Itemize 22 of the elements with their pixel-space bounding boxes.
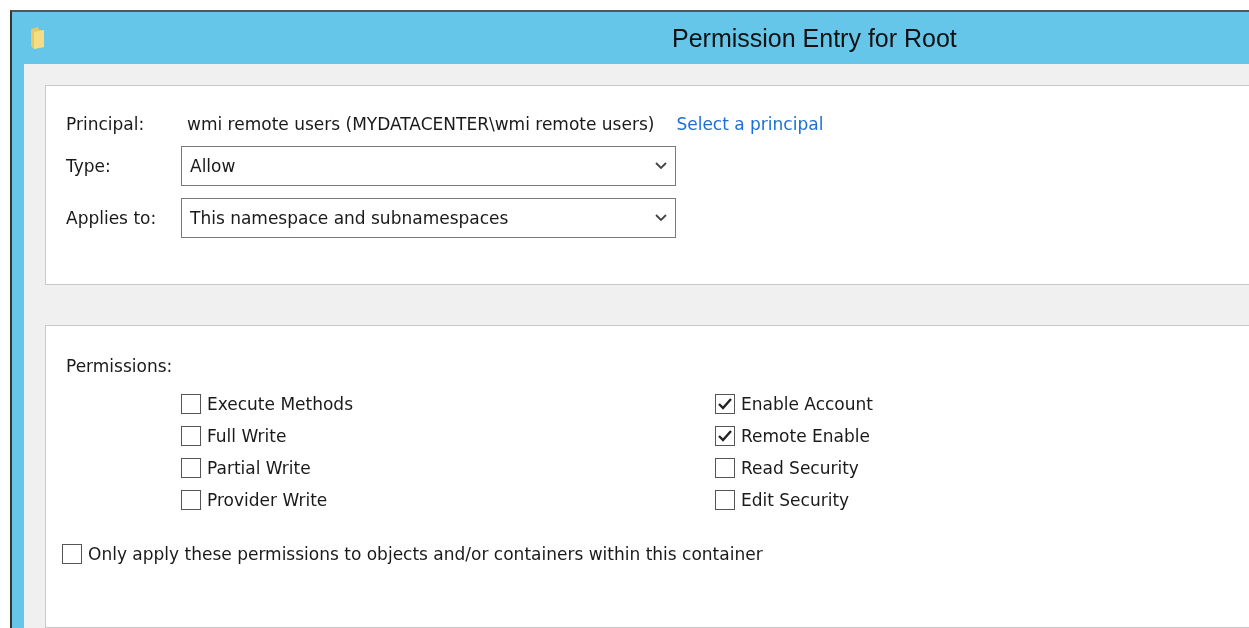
select-principal-link[interactable]: Select a principal xyxy=(676,114,824,134)
dropdown[interactable]: This namespace and subnamespaces xyxy=(181,198,676,238)
check-icon xyxy=(717,397,733,411)
checkbox[interactable]: Execute Methods xyxy=(181,394,715,414)
field-label: Applies to: xyxy=(66,208,158,228)
checkbox[interactable]: Enable Account xyxy=(715,394,1249,414)
field-label: Principal: xyxy=(66,114,146,134)
checkbox[interactable]: Read Security xyxy=(715,458,1249,478)
field-label: Type: xyxy=(66,156,112,176)
section-label: Permissions: xyxy=(66,356,173,376)
dropdown[interactable]: Allow xyxy=(181,146,676,186)
checkbox[interactable]: Full Write xyxy=(181,426,715,446)
principal-name: wmi remote users (MYDATACENTER\wmi remote users) xyxy=(187,114,655,134)
chevron-icon xyxy=(655,214,667,222)
checkbox[interactable]: Edit Security xyxy=(715,490,1249,510)
chevron-icon xyxy=(655,162,667,170)
checkbox[interactable]: Remote Enable xyxy=(715,426,1249,446)
checkbox[interactable]: Partial Write xyxy=(181,458,715,478)
checkbox[interactable]: Only apply these permissions to objects and/or containers within this container xyxy=(62,544,1249,564)
window-title: Permission Entry for Root xyxy=(672,23,957,53)
check-icon xyxy=(717,429,733,443)
checkbox[interactable]: Provider Write xyxy=(181,490,715,510)
